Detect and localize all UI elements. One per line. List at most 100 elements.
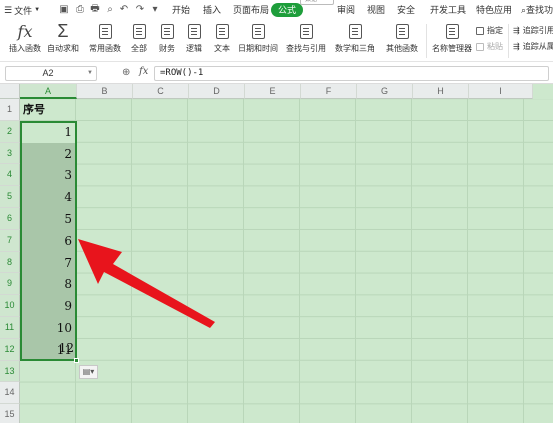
cell-a1-header[interactable]: 序号 <box>23 99 75 121</box>
cell-a8[interactable]: 7 <box>22 253 72 275</box>
trace-dependents-button[interactable]: ⇶ 追踪从属 <box>513 41 553 52</box>
row-header-8[interactable]: 8 <box>0 251 20 274</box>
lookup-label: 查找与引用 <box>286 44 326 53</box>
tab-page-layout[interactable]: 页面布局 <box>233 0 269 20</box>
text-book-icon <box>215 23 229 39</box>
function-icon: fx <box>17 21 33 41</box>
math-functions-button[interactable]: 数学和三角 <box>335 20 375 62</box>
cell-a7[interactable]: 6 <box>22 231 72 253</box>
cell-a11[interactable]: 10 <box>22 318 72 340</box>
row-headers: 1 2 3 4 5 6 7 8 9 10 11 12 13 14 15 <box>0 99 20 423</box>
tab-insert[interactable]: 插入 <box>203 0 221 20</box>
name-manager-label: 名称管理器 <box>432 44 472 53</box>
row-header-7[interactable]: 7 <box>0 229 20 252</box>
specify-button[interactable]: 指定 <box>476 25 503 36</box>
redo-icon[interactable]: ↷ <box>134 2 146 16</box>
paste-label: 粘贴 <box>487 42 503 51</box>
datetime-functions-button[interactable]: 日期和时间 <box>238 20 278 62</box>
autosum-button[interactable]: Σ 自动求和 <box>46 20 80 62</box>
text-label: 文本 <box>214 44 230 53</box>
logic-functions-button[interactable]: 逻辑 <box>183 20 205 62</box>
other-book-icon <box>395 23 409 39</box>
column-header-d[interactable]: D <box>189 84 245 99</box>
name-manager-icon <box>445 23 459 39</box>
fill-handle[interactable] <box>74 358 79 363</box>
row-header-4[interactable]: 4 <box>0 164 20 187</box>
selection-range[interactable]: 1 2 3 4 5 6 7 8 9 10 11 <box>20 120 77 361</box>
column-header-b[interactable]: B <box>77 84 133 99</box>
column-header-g[interactable]: G <box>357 84 413 99</box>
lookup-functions-button[interactable]: 查找与引用 <box>286 20 326 62</box>
name-box[interactable]: A2 ▼ <box>5 66 97 81</box>
cell-a2[interactable]: 1 <box>22 122 72 144</box>
export-pdf-icon[interactable]: ⎙ <box>74 2 86 16</box>
trace-dependents-label: 追踪从属 <box>522 42 553 51</box>
chevron-down-icon: ▼ <box>87 70 93 76</box>
row-header-10[interactable]: 10 <box>0 295 20 317</box>
common-functions-label: 常用函数 <box>89 44 121 53</box>
column-header-a[interactable]: A <box>20 84 77 99</box>
column-headers: A B C D E F G H I <box>20 84 533 99</box>
row-header-9[interactable]: 9 <box>0 273 20 296</box>
cell-a10[interactable]: 9 <box>22 296 72 318</box>
row-header-11[interactable]: 11 <box>0 316 20 339</box>
cell-a13-value[interactable]: 12 <box>24 338 74 360</box>
text-functions-button[interactable]: 文本 <box>211 20 233 62</box>
tab-security[interactable]: 安全 <box>397 0 415 20</box>
undo-icon[interactable]: ↶ <box>118 2 130 16</box>
column-header-c[interactable]: C <box>133 84 189 99</box>
print-icon[interactable]: 🖶 <box>89 2 101 16</box>
row-header-6[interactable]: 6 <box>0 207 20 230</box>
logic-label: 逻辑 <box>186 44 202 53</box>
tab-review[interactable]: 审阅 <box>337 0 355 20</box>
tab-developer[interactable]: 开发工具 <box>430 0 466 20</box>
row-header-13[interactable]: 13 <box>0 360 20 383</box>
auto-fill-options-button[interactable]: ▤▾ <box>79 365 98 379</box>
tab-special-apps[interactable]: 特色应用 <box>476 0 512 20</box>
tab-view[interactable]: 视图 <box>367 0 385 20</box>
column-header-i[interactable]: I <box>469 84 533 99</box>
formula-input[interactable]: =ROW()-1 <box>154 66 549 81</box>
save-icon[interactable]: ▣ <box>58 2 70 16</box>
specify-label: 指定 <box>487 26 503 35</box>
tab-formulas[interactable]: 公式 <box>271 3 304 17</box>
row-header-5[interactable]: 5 <box>0 186 20 208</box>
print-preview-icon[interactable]: ⌕ <box>104 2 116 16</box>
file-menu[interactable]: ☰ 文件 ▼ <box>4 0 40 20</box>
row-header-12[interactable]: 12 <box>0 338 20 361</box>
paste-name-button[interactable]: 粘贴 <box>476 41 503 52</box>
trace-precedents-icon: ⇶ <box>513 26 520 35</box>
row-header-2[interactable]: 2 <box>0 120 20 143</box>
row-header-15[interactable]: 15 <box>0 404 20 423</box>
row-header-3[interactable]: 3 <box>0 142 20 165</box>
tab-home[interactable]: 开始 <box>172 0 190 20</box>
search-command[interactable]: ⌕查找功 <box>521 0 553 20</box>
common-functions-button[interactable]: 常用函数 <box>87 20 123 62</box>
cell-a3[interactable]: 2 <box>22 144 72 166</box>
zoom-icon[interactable]: ⊕ <box>122 67 130 78</box>
column-header-h[interactable]: H <box>413 84 469 99</box>
select-all-corner[interactable] <box>0 84 20 99</box>
row-header-14[interactable]: 14 <box>0 382 20 405</box>
column-header-e[interactable]: E <box>245 84 301 99</box>
fx-icon[interactable]: fx <box>139 66 148 77</box>
finance-label: 财务 <box>159 44 175 53</box>
cell-a5[interactable]: 4 <box>22 187 72 209</box>
math-book-icon <box>348 23 362 39</box>
customize-toolbar-icon[interactable]: ▾ <box>149 2 161 16</box>
row-header-1[interactable]: 1 <box>0 99 20 121</box>
spreadsheet-grid[interactable]: A B C D E F G H I 1 2 3 4 5 6 7 8 9 10 1… <box>0 84 553 423</box>
column-header-f[interactable]: F <box>301 84 357 99</box>
cell-a9[interactable]: 8 <box>22 274 72 296</box>
cell-area[interactable]: 序号 1 2 3 4 5 6 7 8 9 10 11 12 ▤▾ <box>20 99 553 423</box>
all-functions-button[interactable]: 全部 <box>128 20 150 62</box>
finance-functions-button[interactable]: 财务 <box>156 20 178 62</box>
cell-a4[interactable]: 3 <box>22 165 72 187</box>
other-functions-button[interactable]: 其他函数 <box>383 20 421 62</box>
book-icon <box>132 23 146 39</box>
cell-a6[interactable]: 5 <box>22 209 72 231</box>
insert-function-button[interactable]: fx 插入函数 <box>8 20 42 62</box>
name-box-value: A2 <box>42 68 54 78</box>
name-manager-button[interactable]: 名称管理器 <box>432 20 472 62</box>
trace-precedents-button[interactable]: ⇶ 追踪引用 <box>513 25 553 36</box>
